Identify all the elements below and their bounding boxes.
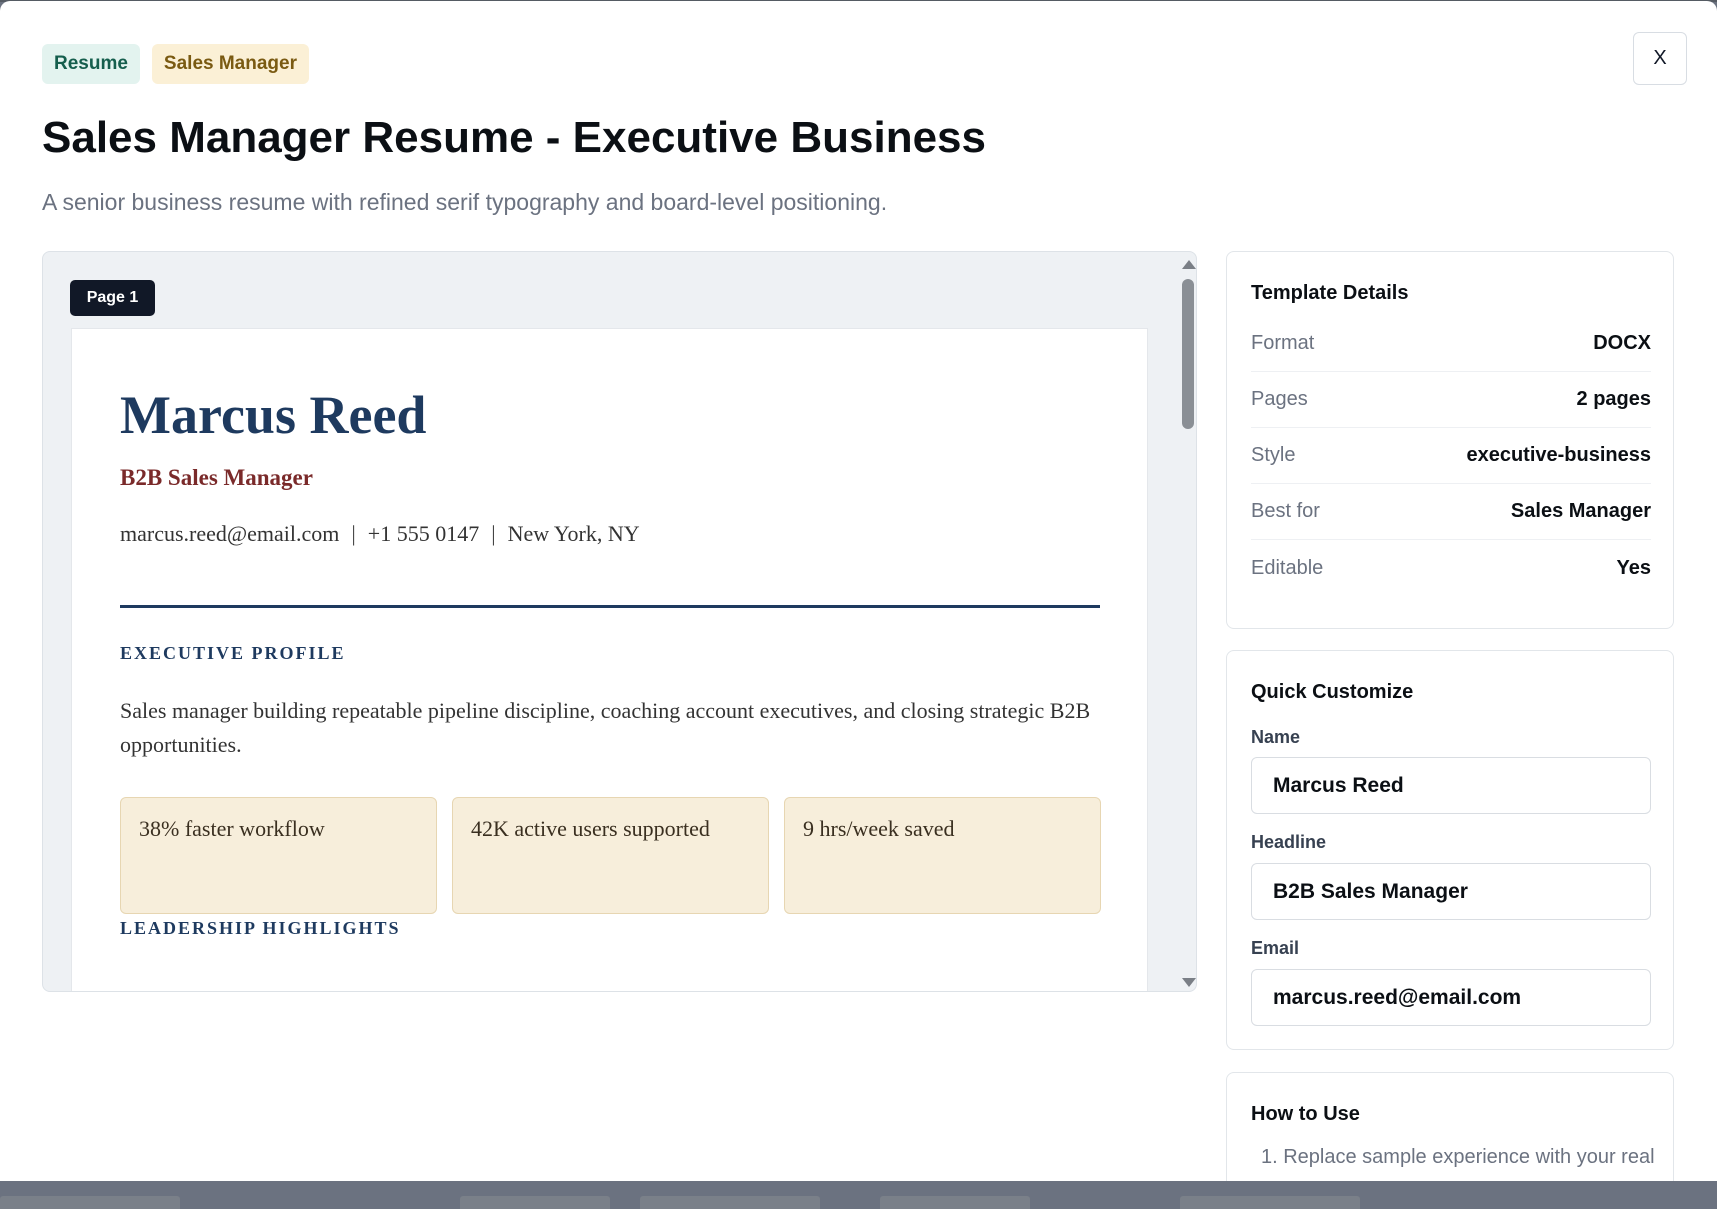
detail-label: Pages [1251, 388, 1308, 410]
resume-profile-text: Sales manager building repeatable pipeli… [120, 698, 1091, 757]
metric-card: 38% faster workflow [120, 797, 437, 914]
scroll-thumb[interactable] [1182, 279, 1194, 429]
detail-value: executive-business [1466, 444, 1651, 466]
template-preview-modal: Resume Sales Manager X Sales Manager Res… [0, 1, 1717, 1181]
modal-backdrop-bottom [0, 1180, 1717, 1209]
background-element [460, 1196, 610, 1209]
background-element [880, 1196, 1030, 1209]
detail-label: Format [1251, 332, 1315, 354]
metric-list: 38% faster workflow 42K active users sup… [120, 797, 1101, 914]
resume-divider [120, 605, 1100, 608]
detail-row-best-for: Best for Sales Manager [1251, 484, 1651, 540]
contact-separator: | [351, 521, 356, 546]
how-to-use-card: How to Use 1. Replace sample experience … [1226, 1072, 1674, 1181]
section-executive-profile: EXECUTIVE PROFILE [120, 643, 346, 663]
detail-value: Sales Manager [1510, 500, 1651, 522]
tag-list: Resume Sales Manager [42, 44, 309, 84]
page-subtitle: A senior business resume with refined se… [42, 189, 888, 215]
how-to-step: 1. Replace sample experience with your r… [1261, 1146, 1655, 1168]
background-element [1180, 1196, 1360, 1209]
quick-customize-heading: Quick Customize [1251, 681, 1414, 703]
background-element [0, 1196, 180, 1209]
resume-contact: marcus.reed@email.com | +1 555 0147 | Ne… [120, 521, 640, 547]
detail-value: 2 pages [1576, 388, 1651, 410]
resume-headline: B2B Sales Manager [120, 465, 313, 490]
resume-page: Marcus Reed B2B Sales Manager marcus.ree… [71, 328, 1148, 991]
close-button[interactable]: X [1633, 32, 1687, 85]
preview-scrollbar[interactable] [1178, 252, 1196, 991]
tag-role: Sales Manager [151, 44, 309, 84]
detail-row-pages: Pages 2 pages [1251, 372, 1651, 428]
name-label: Name [1251, 727, 1301, 747]
page-badge: Page 1 [70, 280, 155, 316]
detail-value: Yes [1616, 556, 1651, 579]
section-leadership-highlights: LEADERSHIP HIGHLIGHTS [120, 918, 401, 938]
scroll-down-arrow-icon[interactable] [1182, 978, 1196, 987]
detail-label: Best for [1251, 500, 1320, 522]
how-to-use-heading: How to Use [1251, 1103, 1360, 1125]
headline-input[interactable] [1251, 863, 1651, 920]
background-element [640, 1196, 820, 1209]
headline-label: Headline [1251, 832, 1327, 852]
metric-card: 9 hrs/week saved [784, 797, 1101, 914]
resume-preview-pane[interactable]: Page 1 Marcus Reed B2B Sales Manager mar… [42, 251, 1197, 992]
detail-row-style: Style executive-business [1251, 428, 1651, 484]
scroll-up-arrow-icon[interactable] [1182, 260, 1196, 269]
tag-resume: Resume [42, 44, 140, 84]
resume-name: Marcus Reed [120, 385, 427, 445]
email-label: Email [1251, 938, 1300, 958]
template-details-heading: Template Details [1251, 282, 1409, 304]
detail-value: DOCX [1593, 332, 1651, 354]
name-input[interactable] [1251, 757, 1651, 814]
detail-row-editable: Editable Yes [1251, 540, 1651, 596]
detail-label: Editable [1251, 556, 1324, 579]
email-input[interactable] [1251, 969, 1651, 1026]
template-details-card: Template Details Format DOCX Pages 2 pag… [1226, 251, 1674, 629]
resume-email: marcus.reed@email.com [120, 521, 340, 546]
detail-label: Style [1251, 444, 1296, 466]
quick-customize-card: Quick Customize Name Headline Email [1226, 650, 1674, 1050]
metric-card: 42K active users supported [452, 797, 769, 914]
contact-separator: | [491, 521, 496, 546]
resume-location: New York, NY [507, 521, 640, 546]
detail-row-format: Format DOCX [1251, 316, 1651, 372]
page-title: Sales Manager Resume - Executive Busines… [42, 113, 986, 162]
resume-phone: +1 555 0147 [367, 521, 480, 546]
